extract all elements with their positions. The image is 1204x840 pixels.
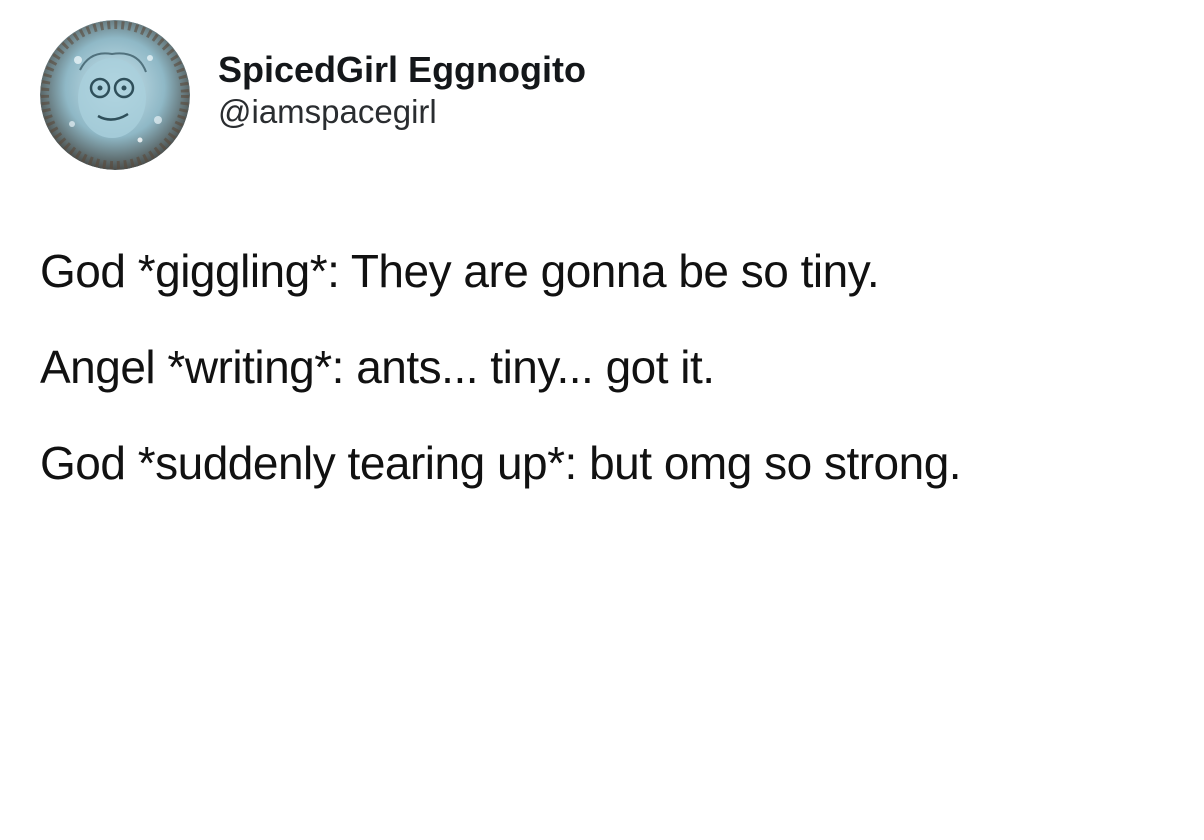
user-names: SpicedGirl Eggnogito @iamspacegirl xyxy=(218,48,586,132)
user-handle[interactable]: @iamspacegirl xyxy=(218,92,586,132)
display-name[interactable]: SpicedGirl Eggnogito xyxy=(218,48,586,92)
tweet-header: SpicedGirl Eggnogito @iamspacegirl xyxy=(40,20,586,170)
avatar[interactable] xyxy=(40,20,190,170)
tweet-paragraph: Angel *writing*: ants... tiny... got it. xyxy=(40,341,715,393)
tweet-card: SpicedGirl Eggnogito @iamspacegirl God *… xyxy=(0,0,1204,840)
tweet-paragraph: God *giggling*: They are gonna be so tin… xyxy=(40,245,880,297)
avatar-illustration-icon xyxy=(40,20,190,170)
tweet-body: God *giggling*: They are gonna be so tin… xyxy=(40,236,1120,524)
tweet-paragraph: God *suddenly tearing up*: but omg so st… xyxy=(40,437,962,489)
